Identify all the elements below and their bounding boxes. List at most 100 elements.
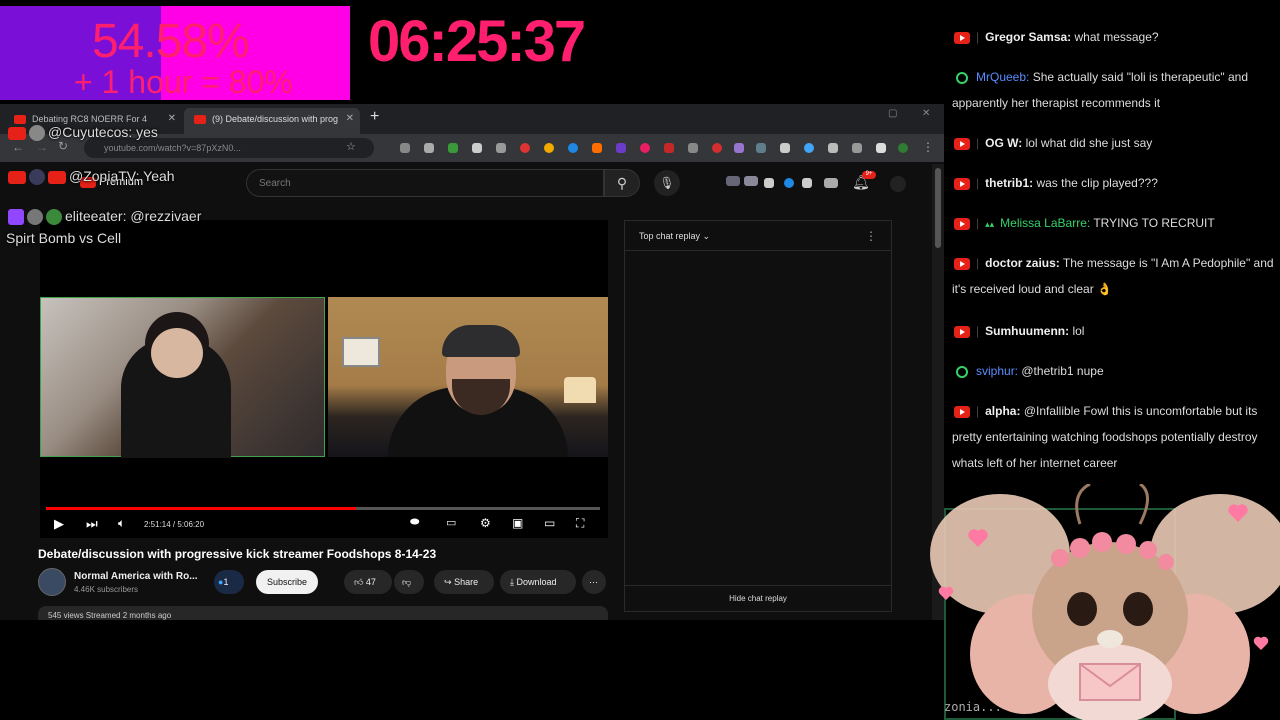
volume-icon[interactable]: 🔈︎ xyxy=(118,516,125,531)
video-player[interactable]: ▶ ⏭ 🔈︎ 2:51:14 / 5:06:20 ⬬ ▭ ⚙ ▣ ▭ ⛶ xyxy=(40,220,608,538)
miniplayer-icon[interactable]: ▣ xyxy=(512,516,523,530)
extension-icon[interactable] xyxy=(664,143,674,153)
share-button[interactable]: ↪ Share xyxy=(434,570,494,594)
chat-username[interactable]: Melissa LaBarre: xyxy=(1000,216,1090,230)
extension-icon[interactable] xyxy=(424,143,434,153)
overlay-chat-user: @Cuyutecos: xyxy=(48,124,133,140)
chat-cutoff-line: ·· ·· ··· xyxy=(994,0,1029,6)
video-progress-bar[interactable] xyxy=(46,507,600,510)
subscribe-button[interactable]: Subscribe xyxy=(256,570,318,594)
new-tab-icon[interactable]: + xyxy=(370,108,379,126)
youtube-search-input[interactable]: Search xyxy=(246,169,604,197)
settings-gear-icon[interactable]: ⚙ xyxy=(480,516,491,530)
sidebar-icon[interactable] xyxy=(876,143,886,153)
moth-mascot-image xyxy=(930,484,1280,720)
back-icon[interactable]: ← xyxy=(12,140,24,154)
forward-icon[interactable]: → xyxy=(36,140,48,154)
overlay-chat-line: @Cuyutecos: yes xyxy=(8,124,158,142)
more-actions-icon[interactable]: ⋯ xyxy=(582,570,606,594)
hide-chat-button[interactable]: Hide chat replay xyxy=(625,585,891,611)
video-time: 2:51:14 / 5:06:20 xyxy=(144,520,205,529)
avatar xyxy=(29,169,45,186)
extension-icon[interactable] xyxy=(496,143,506,153)
close-tab-icon[interactable]: ✕ xyxy=(346,113,354,124)
stream-layout: 54.58% + 1 hour = 80% 06:25:37 Debating … xyxy=(0,0,1280,720)
scrollbar-thumb[interactable] xyxy=(935,168,941,248)
chat-message: | Gregor Samsa: what message? xyxy=(952,24,1278,50)
extension-icon[interactable] xyxy=(756,143,766,153)
chat-message: | thetrib1: was the clip played??? xyxy=(952,170,1278,196)
extension-icon[interactable] xyxy=(568,143,578,153)
extension-icon[interactable] xyxy=(592,143,602,153)
overlay-chat-user: eliteeater: xyxy=(65,208,127,224)
channel-name[interactable]: Normal America with Ro... xyxy=(74,571,204,582)
profile-avatar[interactable] xyxy=(898,143,908,153)
extensions-puzzle-icon[interactable] xyxy=(828,143,838,153)
chat-username[interactable]: doctor zaius: xyxy=(985,256,1060,270)
extension-icon[interactable] xyxy=(688,143,698,153)
dislike-button[interactable]: 👎︎ xyxy=(394,570,424,594)
notification-badge: 9+ xyxy=(862,171,876,179)
extension-icon[interactable] xyxy=(448,143,458,153)
chat-username[interactable]: Sumhuumenn: xyxy=(985,324,1069,338)
download-label: Download xyxy=(516,577,557,587)
extension-icon[interactable] xyxy=(544,143,554,153)
extension-icon[interactable] xyxy=(784,178,794,188)
bookmark-star-icon[interactable]: ☆ xyxy=(346,140,356,153)
download-button[interactable]: ⤓ Download xyxy=(500,570,576,594)
channel-avatar[interactable] xyxy=(38,568,66,596)
chat-message: | alpha: @Infallible Fowl this is uncomfo… xyxy=(952,398,1278,476)
goal-percent: 54.58% xyxy=(92,15,250,68)
join-button[interactable]: ●1 xyxy=(214,570,244,594)
extension-icon[interactable] xyxy=(734,143,744,153)
separator: | xyxy=(976,256,980,270)
moderator-icon xyxy=(956,365,968,378)
autoplay-toggle[interactable]: ⬬ xyxy=(410,516,419,529)
extension-icon[interactable] xyxy=(726,176,740,186)
extension-icon[interactable] xyxy=(744,176,758,186)
overlay-chat-user: @ZoniaTV: xyxy=(69,168,140,184)
extension-icon[interactable] xyxy=(802,178,812,188)
chat-username[interactable]: MrQueeb: xyxy=(976,70,1029,84)
webcam-right-feed xyxy=(328,297,608,457)
browser-menu-icon[interactable]: ⋮ xyxy=(922,140,934,154)
extension-icon[interactable] xyxy=(472,143,482,153)
like-button[interactable]: 👍︎ 47 xyxy=(344,570,392,594)
microphone-icon[interactable]: 🎙 xyxy=(654,170,680,196)
chat-username[interactable]: Gregor Samsa: xyxy=(985,30,1071,44)
extension-icon[interactable] xyxy=(616,143,626,153)
chat-username[interactable]: alpha: xyxy=(985,404,1020,418)
extension-icon[interactable] xyxy=(400,143,410,153)
extension-icon[interactable] xyxy=(520,143,530,153)
extension-icon[interactable] xyxy=(712,143,722,153)
separator: | xyxy=(976,136,980,150)
fullscreen-icon[interactable]: ⛶ xyxy=(576,516,584,531)
extension-icon[interactable] xyxy=(764,178,774,188)
captions-icon[interactable]: ▭ xyxy=(446,516,456,529)
avatar[interactable] xyxy=(890,176,906,192)
close-window-icon[interactable]: ✕ xyxy=(922,108,930,119)
chat-message: | ▴▴ Melissa LaBarre: TRYING TO RECRUIT xyxy=(952,210,1278,237)
next-icon[interactable]: ⏭ xyxy=(86,516,98,532)
play-icon[interactable]: ▶ xyxy=(54,516,64,532)
chat-username[interactable]: OG W: xyxy=(985,136,1022,150)
theater-mode-icon[interactable]: ▭ xyxy=(544,516,555,530)
more-options-icon[interactable]: ⋮ xyxy=(865,229,877,243)
chat-username[interactable]: thetrib1: xyxy=(985,176,1033,190)
tab-debate-discussion[interactable]: (9) Debate/discussion with prog ✕ xyxy=(184,108,360,134)
youtube-icon xyxy=(954,177,970,190)
close-tab-icon[interactable]: ✕ xyxy=(168,113,176,124)
restore-window-icon[interactable]: ▢ xyxy=(888,108,897,119)
tab-label: (9) Debate/discussion with prog xyxy=(212,114,339,124)
search-icon[interactable]: ⚲ xyxy=(604,169,640,197)
extension-icon[interactable] xyxy=(804,143,814,153)
youtube-favicon-icon xyxy=(14,115,26,124)
live-chat-panel: Top chat replay ⌄ ⋮ Hide chat replay xyxy=(624,220,892,612)
extension-icon[interactable] xyxy=(780,143,790,153)
create-video-icon[interactable] xyxy=(824,178,838,188)
extension-icon[interactable] xyxy=(640,143,650,153)
live-chat-header[interactable]: Top chat replay ⌄ xyxy=(625,221,891,251)
chat-username[interactable]: sviphur: xyxy=(976,364,1018,378)
video-description[interactable]: 545 views Streamed 2 months ago xyxy=(38,606,608,620)
extension-icon[interactable] xyxy=(852,143,862,153)
